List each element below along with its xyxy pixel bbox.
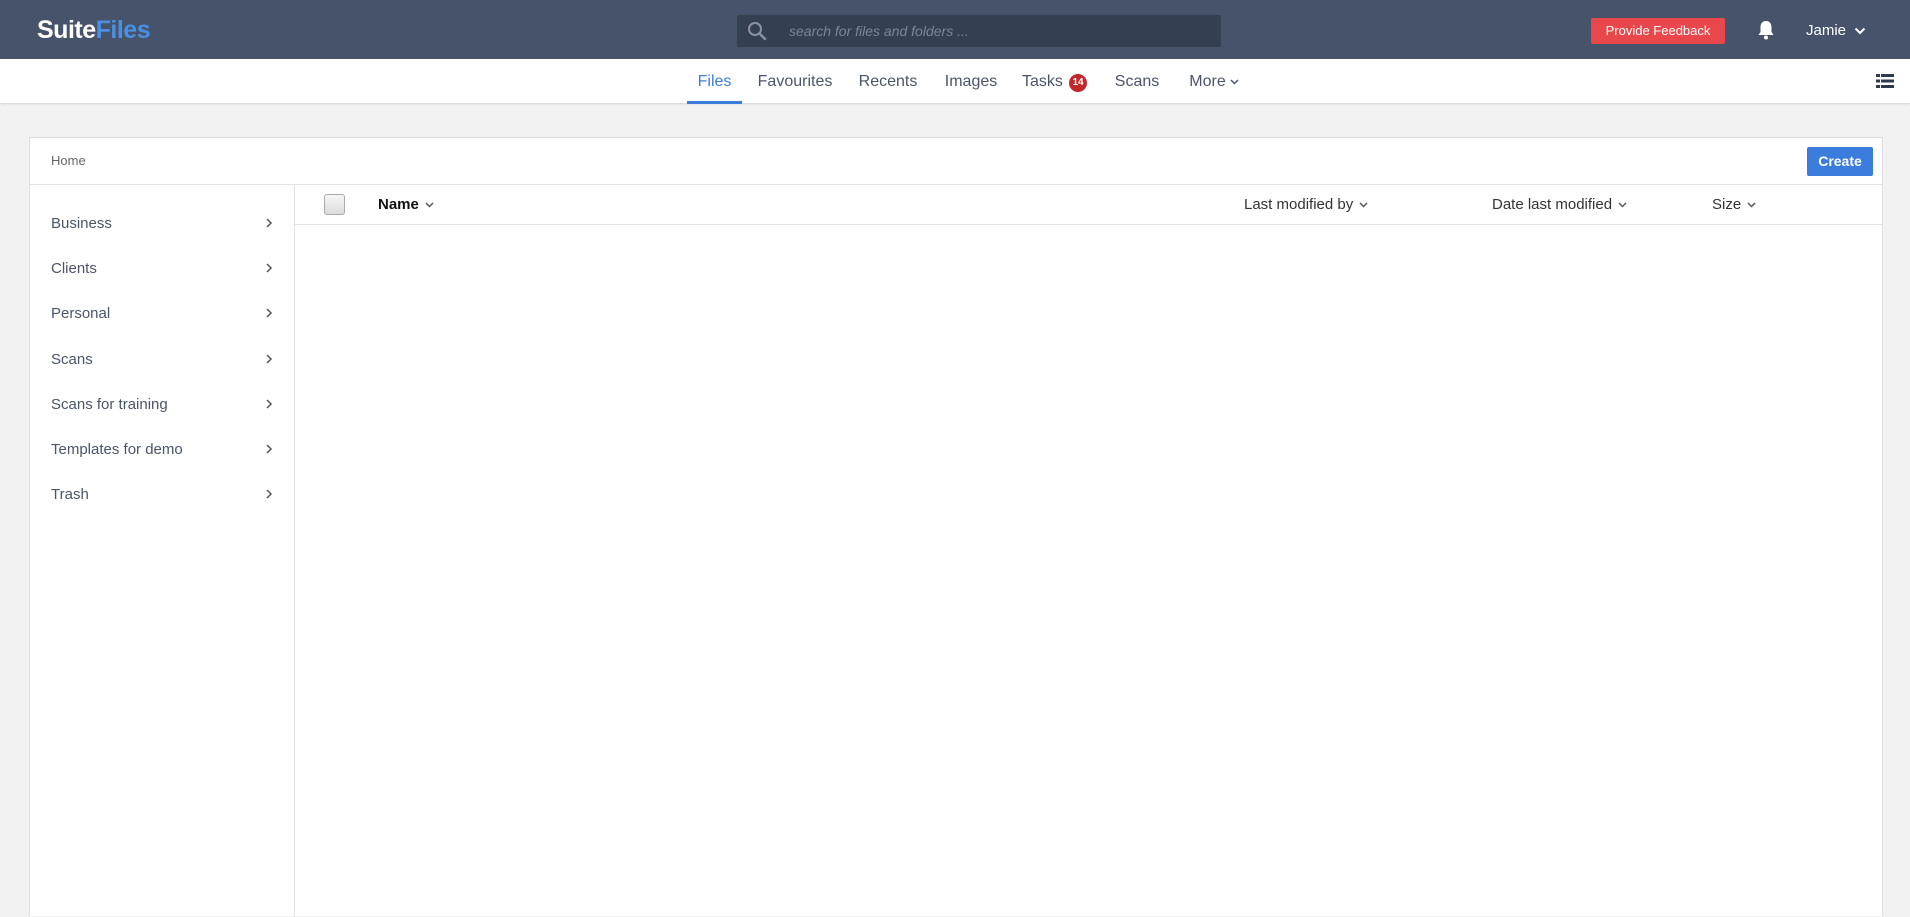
chevron-right-icon bbox=[266, 399, 273, 409]
tab-scans-label: Scans bbox=[1114, 73, 1160, 90]
chevron-right-icon bbox=[266, 308, 273, 318]
chevron-right-icon bbox=[266, 489, 273, 499]
tab-tasks[interactable]: Tasks 14 bbox=[1022, 59, 1087, 104]
sidebar-item-label: Clients bbox=[51, 260, 97, 277]
file-list: Name Last modified by Date last modified… bbox=[295, 185, 1882, 917]
chevron-right-icon bbox=[266, 354, 273, 364]
sidebar-item-label: Templates for demo bbox=[51, 441, 183, 458]
column-header-size[interactable]: Size bbox=[1712, 195, 1756, 215]
sidebar-item-clients[interactable]: Clients bbox=[51, 257, 276, 281]
create-button[interactable]: Create bbox=[1807, 147, 1873, 176]
file-browser-panel: Home Create Business Clients Personal Sc… bbox=[29, 137, 1883, 917]
search-icon bbox=[748, 22, 767, 41]
chevron-right-icon bbox=[266, 444, 273, 454]
search-input[interactable] bbox=[789, 15, 1209, 47]
folder-sidebar: Business Clients Personal Scans Scans fo… bbox=[30, 185, 295, 917]
tab-more[interactable]: More bbox=[1184, 59, 1244, 104]
tab-recents-label: Recents bbox=[858, 73, 918, 90]
chevron-down-icon bbox=[1618, 202, 1627, 208]
tab-favourites-label: Favourites bbox=[757, 73, 833, 90]
suitefiles-logo[interactable]: SuiteFiles bbox=[37, 16, 151, 44]
search-box bbox=[737, 15, 1221, 47]
tab-files[interactable]: Files bbox=[687, 59, 742, 104]
tab-recents[interactable]: Recents bbox=[858, 59, 918, 104]
chevron-down-icon bbox=[1854, 27, 1866, 35]
column-size-label: Size bbox=[1712, 196, 1742, 213]
sidebar-item-scans-for-training[interactable]: Scans for training bbox=[51, 393, 276, 417]
breadcrumb[interactable]: Home bbox=[51, 153, 86, 168]
sidebar-item-personal[interactable]: Personal bbox=[51, 302, 276, 326]
chevron-right-icon bbox=[266, 218, 273, 228]
top-header: SuiteFiles Provide Feedback Jamie bbox=[0, 0, 1910, 59]
user-menu[interactable]: Jamie bbox=[1806, 20, 1866, 42]
chevron-down-icon bbox=[1359, 202, 1368, 208]
sidebar-item-business[interactable]: Business bbox=[51, 212, 276, 236]
logo-text-files: Files bbox=[95, 16, 151, 44]
tab-favourites[interactable]: Favourites bbox=[757, 59, 833, 104]
chevron-down-icon bbox=[1747, 202, 1756, 208]
tab-images[interactable]: Images bbox=[943, 59, 999, 104]
file-table-header: Name Last modified by Date last modified… bbox=[295, 185, 1882, 225]
sidebar-item-label: Scans bbox=[51, 351, 93, 368]
tab-scans[interactable]: Scans bbox=[1113, 59, 1161, 104]
sidebar-item-label: Personal bbox=[51, 305, 111, 322]
sidebar-item-label: Scans for training bbox=[51, 396, 168, 413]
main-navigation: Files Favourites Recents Images Tasks 14… bbox=[0, 59, 1910, 104]
column-date-modified-label: Date last modified bbox=[1492, 196, 1613, 213]
column-header-name[interactable]: Name bbox=[378, 195, 434, 215]
column-modified-by-label: Last modified by bbox=[1244, 196, 1354, 213]
provide-feedback-button[interactable]: Provide Feedback bbox=[1591, 18, 1725, 44]
column-header-last-modified-by[interactable]: Last modified by bbox=[1244, 195, 1368, 215]
tab-images-label: Images bbox=[944, 73, 998, 90]
chevron-down-icon bbox=[425, 202, 434, 208]
tab-files-label: Files bbox=[697, 73, 732, 90]
column-header-date-last-modified[interactable]: Date last modified bbox=[1492, 195, 1627, 215]
logo-text-suite: Suite bbox=[37, 16, 96, 44]
sidebar-item-label: Trash bbox=[51, 486, 89, 503]
sidebar-item-trash[interactable]: Trash bbox=[51, 483, 276, 507]
tab-more-label: More bbox=[1189, 73, 1226, 90]
sidebar-item-scans[interactable]: Scans bbox=[51, 348, 276, 372]
tab-tasks-label: Tasks bbox=[1022, 73, 1063, 90]
panel-header: Home Create bbox=[30, 138, 1882, 185]
sidebar-item-label: Business bbox=[51, 215, 112, 232]
user-name: Jamie bbox=[1806, 22, 1847, 39]
select-all-checkbox[interactable] bbox=[324, 194, 345, 215]
column-name-label: Name bbox=[378, 196, 419, 213]
chevron-down-icon bbox=[1230, 79, 1239, 85]
sidebar-item-templates-for-demo[interactable]: Templates for demo bbox=[51, 438, 276, 462]
tasks-count-badge: 14 bbox=[1069, 74, 1087, 92]
notifications-bell-icon[interactable] bbox=[1756, 19, 1776, 41]
list-view-icon[interactable] bbox=[1876, 72, 1894, 90]
chevron-right-icon bbox=[266, 263, 273, 273]
